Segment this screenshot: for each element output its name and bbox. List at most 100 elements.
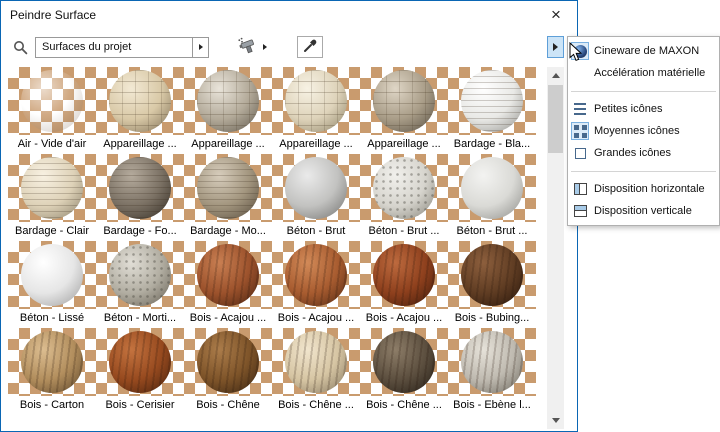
material-thumbnail [96, 154, 184, 222]
material-item[interactable]: Bois - Carton [8, 328, 96, 415]
material-sphere-icon [461, 70, 523, 132]
material-label: Béton - Morti... [103, 312, 177, 324]
material-thumbnail [272, 241, 360, 309]
scroll-down-icon [551, 418, 560, 423]
airbrush-button[interactable] [237, 37, 267, 58]
large-icons-icon [574, 147, 586, 159]
medium-icons-icon [573, 124, 587, 138]
material-item[interactable]: Béton - Brut ... [448, 154, 536, 241]
material-sphere-icon [21, 70, 83, 132]
material-label: Bois - Acajou ... [277, 312, 355, 324]
menu-item-petites-icones[interactable]: Petites icônes [568, 98, 719, 120]
menu-item-disposition-verticale[interactable]: Disposition verticale [568, 200, 719, 222]
material-label: Béton - Brut ... [456, 225, 528, 237]
window-title: Peindre Surface [10, 8, 97, 22]
menu-separator [568, 84, 719, 98]
material-label: Appareillage ... [367, 138, 441, 150]
material-thumbnail [96, 241, 184, 309]
view-options-arrow-icon [553, 43, 558, 51]
material-item[interactable]: Appareillage ... [272, 67, 360, 154]
material-sphere-icon [285, 157, 347, 219]
material-sphere-icon [461, 157, 523, 219]
material-thumbnail [448, 154, 536, 222]
vertical-scrollbar[interactable] [547, 67, 564, 429]
material-thumbnail [8, 67, 96, 135]
material-item[interactable]: Bardage - Fo... [96, 154, 184, 241]
material-item[interactable]: Bois - Cerisier [96, 328, 184, 415]
scroll-up-button[interactable] [547, 67, 564, 84]
material-sphere-icon [109, 331, 171, 393]
material-item[interactable]: Bois - Acajou ... [184, 241, 272, 328]
scrollbar-thumb[interactable] [548, 85, 563, 153]
flyout-arrow-icon [198, 44, 203, 50]
material-item[interactable]: Béton - Brut [272, 154, 360, 241]
material-sphere-icon [373, 331, 435, 393]
material-item[interactable]: Bois - Chêne [184, 328, 272, 415]
material-sphere-icon [109, 157, 171, 219]
material-thumbnail [8, 154, 96, 222]
material-sphere-icon [461, 331, 523, 393]
blank-icon [574, 67, 587, 80]
material-thumbnail [448, 67, 536, 135]
surface-source-flyout-button[interactable] [193, 36, 209, 58]
material-thumbnail [448, 241, 536, 309]
menu-item-disposition-horizontale[interactable]: Disposition horizontale [568, 178, 719, 200]
menu-item-label: Accélération matérielle [594, 67, 706, 79]
menu-separator [568, 164, 719, 178]
material-item[interactable]: Bardage - Mo... [184, 154, 272, 241]
material-label: Bois - Bubing... [454, 312, 530, 324]
material-item[interactable]: Bois - Acajou ... [360, 241, 448, 328]
material-item[interactable]: Bois - Chêne ... [272, 328, 360, 415]
material-sphere-icon [373, 244, 435, 306]
material-item[interactable]: Bois - Chêne ... [360, 328, 448, 415]
search-icon [13, 40, 28, 55]
mouse-cursor [569, 41, 583, 67]
menu-item-label: Disposition horizontale [594, 183, 705, 195]
eyedropper-button[interactable] [297, 36, 323, 58]
material-item[interactable]: Béton - Morti... [96, 241, 184, 328]
material-item[interactable]: Bois - Bubing... [448, 241, 536, 328]
surface-source-field[interactable]: Surfaces du projet [35, 36, 193, 58]
material-thumbnail [360, 328, 448, 396]
material-item[interactable]: Béton - Brut ... [360, 154, 448, 241]
material-sphere-icon [21, 244, 83, 306]
menu-item-cineware-de-maxon[interactable]: Cineware de MAXON [568, 40, 719, 62]
material-item[interactable]: Air - Vide d'air [8, 67, 96, 154]
material-label: Appareillage ... [279, 138, 353, 150]
material-label: Bardage - Clair [15, 225, 89, 237]
menu-item-acceleration-materielle[interactable]: Accélération matérielle [568, 62, 719, 84]
airbrush-flyout-arrow-icon [263, 44, 267, 50]
material-thumbnail [184, 154, 272, 222]
material-thumbnail [96, 328, 184, 396]
material-item[interactable]: Béton - Lissé [8, 241, 96, 328]
view-options-button[interactable] [547, 36, 564, 58]
close-button[interactable]: × [543, 3, 569, 27]
material-label: Bois - Chêne ... [366, 399, 442, 411]
paint-surface-dialog: Peindre Surface × Surfaces du projet Air… [0, 0, 578, 432]
scroll-down-button[interactable] [547, 412, 564, 429]
menu-item-grandes-icones[interactable]: Grandes icônes [568, 142, 719, 164]
material-label: Béton - Brut [286, 225, 346, 237]
material-item[interactable]: Appareillage ... [184, 67, 272, 154]
material-sphere-icon [285, 70, 347, 132]
menu-item-moyennes-icones[interactable]: Moyennes icônes [568, 120, 719, 142]
material-item[interactable]: Appareillage ... [360, 67, 448, 154]
material-item[interactable]: Bardage - Clair [8, 154, 96, 241]
material-item[interactable]: Appareillage ... [96, 67, 184, 154]
eyedropper-icon [303, 38, 318, 56]
material-thumbnail [272, 154, 360, 222]
material-thumbnail [360, 154, 448, 222]
material-label: Bardage - Bla... [453, 138, 531, 150]
material-item[interactable]: Bois - Ebène l... [448, 328, 536, 415]
material-label: Béton - Lissé [19, 312, 85, 324]
material-label: Bois - Ebène l... [453, 399, 531, 411]
material-thumbnail [184, 67, 272, 135]
material-sphere-icon [21, 331, 83, 393]
menu-item-label: Moyennes icônes [594, 125, 680, 137]
material-thumbnail [272, 67, 360, 135]
material-item[interactable]: Bardage - Bla... [448, 67, 536, 154]
material-label: Air - Vide d'air [17, 138, 87, 150]
material-thumbnail [272, 328, 360, 396]
material-label: Appareillage ... [103, 138, 177, 150]
material-item[interactable]: Bois - Acajou ... [272, 241, 360, 328]
